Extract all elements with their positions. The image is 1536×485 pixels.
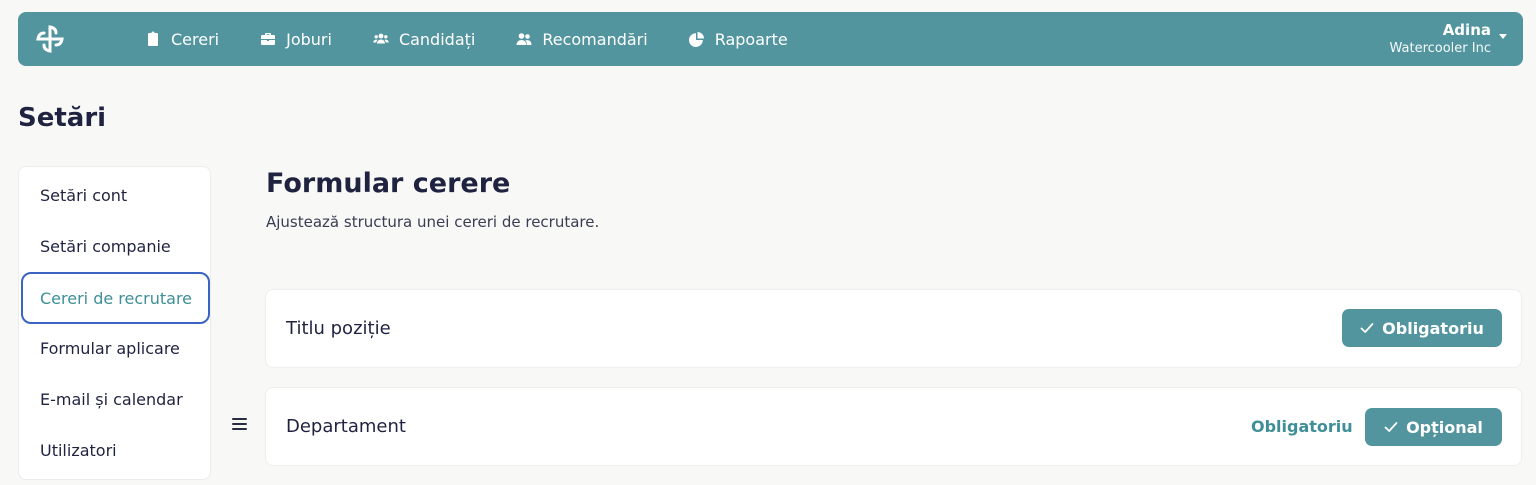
sidebar-item-label: Formular aplicare <box>40 338 180 358</box>
nav-item-label: Candidați <box>398 29 476 49</box>
user-name: Adina <box>1442 21 1491 39</box>
nav-item-candidati[interactable]: Candidați <box>373 30 475 49</box>
section-subtitle: Ajustează structura unei cereri de recru… <box>266 213 600 231</box>
button-label: Obligatoriu <box>1382 318 1484 338</box>
nav-item-label: Recomandări <box>542 29 648 49</box>
sidebar-item-cereri-de-recrutare[interactable]: Cereri de recrutare <box>21 272 210 324</box>
field-card-titlu-pozitie: Titlu poziție Obligatoriu <box>265 289 1522 368</box>
nav-item-recomandari[interactable]: Recomandări <box>516 29 648 49</box>
field-card-departament: Departament Obligatoriu Opțional <box>265 387 1522 466</box>
nav-item-label: Joburi <box>286 29 332 49</box>
sidebar-item-label: Setări cont <box>40 185 128 205</box>
check-icon <box>1384 422 1398 432</box>
nav-item-label: Rapoarte <box>714 29 788 49</box>
sidebar-item-setari-cont[interactable]: Setări cont <box>21 170 210 220</box>
field-label: Titlu poziție <box>286 318 391 339</box>
user-friends-icon <box>516 33 532 45</box>
sidebar-item-label: E-mail și calendar <box>40 389 183 409</box>
sidebar-item-label: Utilizatori <box>40 440 117 460</box>
briefcase-icon <box>261 33 276 45</box>
nav-item-rapoarte[interactable]: Rapoarte <box>688 29 788 49</box>
nav-item-cereri[interactable]: Cereri <box>145 30 219 49</box>
required-option-link[interactable]: Obligatoriu <box>1251 388 1353 465</box>
sidebar-item-formular-aplicare[interactable]: Formular aplicare <box>21 323 210 373</box>
user-org: Watercooler Inc <box>1389 41 1491 56</box>
sidebar-item-label: Cereri de recrutare <box>40 288 193 308</box>
check-icon <box>1360 323 1374 333</box>
top-navbar: Cereri Joburi Candidați Recomandări Rapo… <box>18 12 1523 66</box>
main-nav: Cereri Joburi Candidați Recomandări Rapo… <box>145 12 829 66</box>
optional-button[interactable]: Opțional <box>1365 408 1502 446</box>
sidebar-item-utilizatori[interactable]: Utilizatori <box>21 425 210 475</box>
pie-chart-icon <box>688 32 704 47</box>
settings-sidebar: Setări cont Setări companie Cereri de re… <box>18 166 211 480</box>
sidebar-item-setari-companie[interactable]: Setări companie <box>21 221 210 271</box>
user-menu[interactable]: Adina Watercooler Inc <box>1389 20 1507 58</box>
required-button[interactable]: Obligatoriu <box>1342 309 1502 347</box>
nav-item-label: Cereri <box>171 29 220 49</box>
section-title: Formular cerere <box>266 168 511 199</box>
user-info: Adina Watercooler Inc <box>1389 20 1491 58</box>
chevron-down-icon <box>1499 33 1507 39</box>
users-group-icon <box>373 33 389 44</box>
sidebar-item-email-calendar[interactable]: E-mail și calendar <box>21 374 210 424</box>
pinwheel-logo-icon[interactable] <box>34 23 66 55</box>
sidebar-item-label: Setări companie <box>40 236 171 256</box>
field-label: Departament <box>286 416 406 437</box>
drag-handle-icon[interactable] <box>232 418 247 432</box>
button-label: Opțional <box>1406 417 1483 437</box>
clipboard-icon <box>148 31 158 46</box>
page-title: Setări <box>18 103 107 133</box>
nav-item-joburi[interactable]: Joburi <box>260 30 332 49</box>
